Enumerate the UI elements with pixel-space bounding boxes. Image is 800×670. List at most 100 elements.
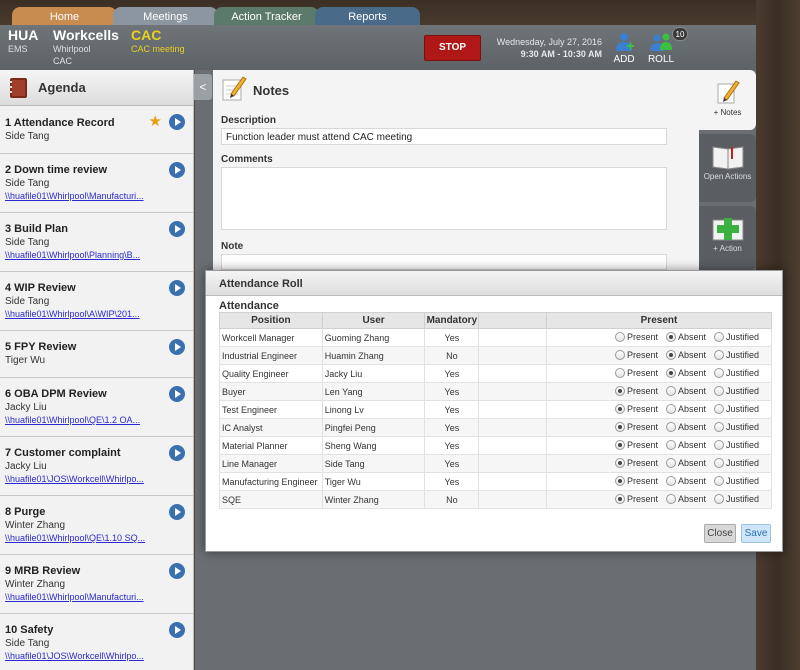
agenda-item-link[interactable]: \\huafile01\JOS\Workcell\Whirlpo...	[5, 473, 163, 485]
agenda-item[interactable]: 10 Safety Side Tang \\huafile01\JOS\Work…	[0, 614, 193, 670]
radio-button-icon[interactable]	[666, 367, 677, 378]
agenda-item[interactable]: 3 Build Plan Side Tang \\huafile01\Whirl…	[0, 213, 193, 272]
radio-justified[interactable]: Justified	[714, 457, 759, 468]
agenda-item-link[interactable]: \\huafile01\Whirlpool\QE\1.10 SQ...	[5, 532, 163, 544]
agenda-item[interactable]: 4 WIP Review Side Tang \\huafile01\Whirl…	[0, 272, 193, 331]
star-icon[interactable]: ★	[149, 112, 162, 130]
agenda-item[interactable]: 7 Customer complaint Jacky Liu \\huafile…	[0, 437, 193, 496]
radio-button-icon[interactable]	[614, 475, 625, 486]
radio-button-icon[interactable]	[714, 385, 725, 396]
play-icon[interactable]	[169, 339, 185, 355]
radio-justified[interactable]: Justified	[714, 331, 759, 342]
play-icon[interactable]	[169, 563, 185, 579]
radio-justified[interactable]: Justified	[714, 349, 759, 360]
radio-button-icon[interactable]	[666, 349, 677, 360]
radio-button-icon[interactable]	[614, 349, 625, 360]
radio-button-icon[interactable]	[614, 331, 625, 342]
radio-absent[interactable]: Absent	[666, 439, 706, 450]
save-button[interactable]: Save	[741, 524, 771, 543]
radio-absent[interactable]: Absent	[666, 403, 706, 414]
radio-present[interactable]: Present	[614, 403, 658, 414]
stop-button[interactable]: STOP	[424, 35, 481, 61]
radio-button-icon[interactable]	[614, 457, 625, 468]
radio-justified[interactable]: Justified	[714, 421, 759, 432]
play-icon[interactable]	[169, 622, 185, 638]
radio-present[interactable]: Present	[614, 421, 658, 432]
play-icon[interactable]	[169, 386, 185, 402]
radio-button-icon[interactable]	[666, 493, 677, 504]
radio-button-icon[interactable]	[614, 493, 625, 504]
tab-meetings[interactable]: Meetings	[113, 7, 218, 27]
radio-justified[interactable]: Justified	[714, 493, 759, 504]
radio-justified[interactable]: Justified	[714, 439, 759, 450]
radio-present[interactable]: Present	[614, 475, 658, 486]
radio-button-icon[interactable]	[714, 349, 725, 360]
agenda-item-link[interactable]: \\huafile01\Whirlpool\Planning\B...	[5, 249, 163, 261]
play-icon[interactable]	[169, 221, 185, 237]
add-notes-button[interactable]: + Notes	[699, 70, 756, 130]
radio-present[interactable]: Present	[614, 457, 658, 468]
radio-present[interactable]: Present	[614, 439, 658, 450]
radio-present[interactable]: Present	[614, 385, 658, 396]
plant-selector[interactable]: HUA EMS	[8, 27, 38, 55]
radio-present[interactable]: Present	[614, 331, 658, 342]
play-icon[interactable]	[169, 114, 185, 130]
radio-present[interactable]: Present	[614, 367, 658, 378]
radio-button-icon[interactable]	[666, 475, 677, 486]
tab-reports[interactable]: Reports	[315, 7, 420, 27]
close-button[interactable]: Close	[704, 524, 736, 543]
radio-button-icon[interactable]	[666, 403, 677, 414]
collapse-agenda-button[interactable]: <	[194, 74, 212, 100]
add-action-button[interactable]: + Action	[699, 206, 756, 270]
radio-absent[interactable]: Absent	[666, 367, 706, 378]
radio-justified[interactable]: Justified	[714, 475, 759, 486]
agenda-item-link[interactable]: \\huafile01\Whirlpool\A\WIP\201...	[5, 308, 163, 320]
radio-button-icon[interactable]	[614, 421, 625, 432]
note-field[interactable]	[221, 254, 667, 270]
radio-absent[interactable]: Absent	[666, 493, 706, 504]
radio-button-icon[interactable]	[714, 367, 725, 378]
play-icon[interactable]	[169, 162, 185, 178]
meeting-selector[interactable]: CAC CAC meeting	[131, 27, 185, 55]
radio-button-icon[interactable]	[614, 403, 625, 414]
radio-button-icon[interactable]	[714, 457, 725, 468]
radio-button-icon[interactable]	[666, 421, 677, 432]
agenda-item-link[interactable]: \\huafile01\Whirlpool\Manufacturi...	[5, 190, 163, 202]
open-actions-button[interactable]: Open Actions	[699, 134, 756, 202]
radio-button-icon[interactable]	[714, 421, 725, 432]
agenda-item[interactable]: 2 Down time review Side Tang \\huafile01…	[0, 154, 193, 213]
agenda-item-link[interactable]: \\huafile01\Whirlpool\Manufacturi...	[5, 591, 163, 603]
radio-button-icon[interactable]	[614, 439, 625, 450]
radio-button-icon[interactable]	[614, 385, 625, 396]
radio-button-icon[interactable]	[714, 493, 725, 504]
radio-button-icon[interactable]	[666, 385, 677, 396]
radio-absent[interactable]: Absent	[666, 331, 706, 342]
radio-absent[interactable]: Absent	[666, 475, 706, 486]
workcell-selector[interactable]: Workcells Whirlpool CAC	[53, 27, 119, 67]
play-icon[interactable]	[169, 445, 185, 461]
radio-button-icon[interactable]	[614, 367, 625, 378]
comments-field[interactable]	[221, 167, 667, 230]
agenda-item[interactable]: 9 MRB Review Winter Zhang \\huafile01\Wh…	[0, 555, 193, 614]
agenda-item-link[interactable]: \\huafile01\JOS\Workcell\Whirlpo...	[5, 650, 163, 662]
play-icon[interactable]	[169, 504, 185, 520]
tab-action-tracker[interactable]: Action Tracker	[214, 7, 319, 27]
radio-button-icon[interactable]	[666, 457, 677, 468]
agenda-item[interactable]: 8 Purge Winter Zhang \\huafile01\Whirlpo…	[0, 496, 193, 555]
radio-button-icon[interactable]	[714, 439, 725, 450]
radio-justified[interactable]: Justified	[714, 403, 759, 414]
agenda-item[interactable]: 5 FPY Review Tiger Wu	[0, 331, 193, 378]
description-field[interactable]: Function leader must attend CAC meeting	[221, 128, 667, 145]
radio-button-icon[interactable]	[714, 403, 725, 414]
radio-present[interactable]: Present	[614, 493, 658, 504]
radio-button-icon[interactable]	[714, 331, 725, 342]
radio-button-icon[interactable]	[666, 439, 677, 450]
agenda-item-link[interactable]: \\huafile01\Whirlpool\QE\1.2 OA...	[5, 414, 163, 426]
play-icon[interactable]	[169, 280, 185, 296]
radio-justified[interactable]: Justified	[714, 367, 759, 378]
tab-home[interactable]: Home	[12, 7, 117, 27]
agenda-item[interactable]: 1 Attendance Record Side Tang ★	[0, 106, 193, 154]
radio-button-icon[interactable]	[666, 331, 677, 342]
radio-absent[interactable]: Absent	[666, 457, 706, 468]
radio-absent[interactable]: Absent	[666, 385, 706, 396]
